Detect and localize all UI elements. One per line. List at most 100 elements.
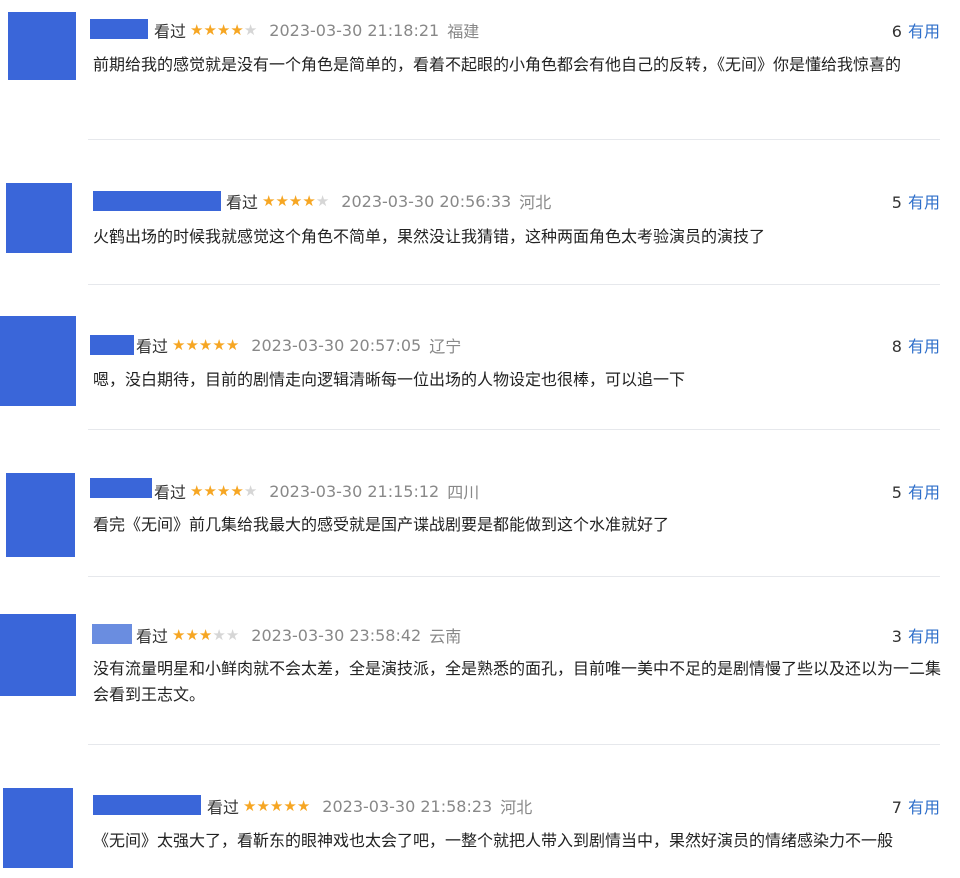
review-content: 《无间》太强大了，看靳东的眼神戏也太会了吧，一整个就把人带入到剧情当中，果然好演… bbox=[93, 831, 894, 850]
star-icon: ★ bbox=[230, 482, 244, 500]
review-region: 云南 bbox=[429, 627, 462, 646]
review-time: 2023-03-30 23:58:42 bbox=[251, 625, 422, 645]
review-content: 前期给我的感觉就是没有一个角色是简单的，看着不起眼的小角色都会有他自己的反转，《… bbox=[93, 55, 902, 74]
rating-stars: ★ ★ ★ ★ ★ bbox=[243, 797, 310, 815]
username-redacted[interactable] bbox=[90, 19, 148, 39]
star-icon: ★ bbox=[203, 21, 217, 39]
review-meta: 看过 ★ ★ ★ ★ ★ 2023-03-30 20:56:33 河北 bbox=[226, 189, 551, 213]
star-icon: ★ bbox=[243, 482, 258, 500]
avatar[interactable] bbox=[3, 788, 73, 868]
review-content: 看完《无间》前几集给我最大的感受就是国产谍战剧要是都能做到这个水准就好了 bbox=[93, 515, 670, 534]
useful-button[interactable]: 5 有用 bbox=[892, 479, 940, 503]
star-icon: ★ bbox=[190, 482, 204, 500]
divider bbox=[88, 576, 940, 577]
star-icon: ★ bbox=[275, 192, 289, 210]
useful-label: 有用 bbox=[907, 22, 940, 41]
star-icon: ★ bbox=[212, 626, 226, 644]
review-region: 福建 bbox=[447, 22, 480, 41]
divider bbox=[88, 429, 940, 430]
review-time: 2023-03-30 20:57:05 bbox=[251, 335, 422, 355]
review-time: 2023-03-30 21:58:23 bbox=[322, 796, 493, 816]
username-redacted[interactable] bbox=[93, 795, 201, 815]
review-time: 2023-03-30 20:56:33 bbox=[341, 191, 512, 211]
star-icon: ★ bbox=[198, 336, 213, 354]
divider bbox=[88, 284, 940, 285]
review-content: 火鹤出场的时候我就感觉这个角色不简单，果然没让我猜错，这种两面角色太考验演员的演… bbox=[93, 227, 766, 246]
review-content: 没有流量明星和小鲜肉就不会太差，全是演技派，全是熟悉的面孔，目前唯一美中不足的是… bbox=[93, 659, 942, 704]
watched-label: 看过 bbox=[226, 193, 259, 212]
avatar[interactable] bbox=[8, 12, 76, 80]
rating-stars: ★ ★ ★ ★ ★ bbox=[262, 192, 329, 210]
star-icon: ★ bbox=[288, 192, 303, 210]
star-icon: ★ bbox=[212, 336, 226, 354]
useful-button[interactable]: 8 有用 bbox=[892, 333, 940, 357]
star-icon: ★ bbox=[256, 797, 270, 815]
star-icon: ★ bbox=[216, 482, 231, 500]
useful-label: 有用 bbox=[907, 627, 940, 646]
review-meta: 看过 ★ ★ ★ ★ ★ 2023-03-30 21:58:23 河北 bbox=[207, 794, 532, 818]
divider bbox=[88, 139, 940, 140]
star-icon: ★ bbox=[172, 336, 186, 354]
avatar[interactable] bbox=[0, 316, 76, 406]
useful-label: 有用 bbox=[907, 483, 940, 502]
watched-label: 看过 bbox=[136, 627, 169, 646]
username-redacted[interactable] bbox=[93, 191, 221, 211]
star-icon: ★ bbox=[198, 626, 213, 644]
useful-count: 3 bbox=[891, 627, 902, 646]
review-region: 河北 bbox=[519, 193, 552, 212]
useful-count: 7 bbox=[891, 798, 902, 817]
star-icon: ★ bbox=[243, 797, 257, 815]
useful-label: 有用 bbox=[907, 193, 940, 212]
star-icon: ★ bbox=[230, 21, 244, 39]
avatar[interactable] bbox=[0, 614, 76, 696]
star-icon: ★ bbox=[296, 797, 311, 815]
watched-label: 看过 bbox=[154, 483, 187, 502]
review-meta: 看过 ★ ★ ★ ★ ★ 2023-03-30 23:58:42 云南 bbox=[136, 623, 461, 647]
divider bbox=[88, 744, 940, 745]
star-icon: ★ bbox=[269, 797, 284, 815]
rating-stars: ★ ★ ★ ★ ★ bbox=[172, 626, 239, 644]
star-icon: ★ bbox=[185, 626, 199, 644]
rating-stars: ★ ★ ★ ★ ★ bbox=[190, 482, 257, 500]
useful-button[interactable]: 3 有用 bbox=[892, 623, 940, 647]
review-time: 2023-03-30 21:15:12 bbox=[269, 481, 440, 501]
star-icon: ★ bbox=[216, 21, 231, 39]
star-icon: ★ bbox=[262, 192, 276, 210]
avatar[interactable] bbox=[6, 473, 75, 557]
star-icon: ★ bbox=[190, 21, 204, 39]
useful-label: 有用 bbox=[907, 798, 940, 817]
star-icon: ★ bbox=[302, 192, 316, 210]
review-meta: 看过 ★ ★ ★ ★ ★ 2023-03-30 21:18:21 福建 bbox=[154, 18, 479, 42]
star-icon: ★ bbox=[185, 336, 199, 354]
useful-button[interactable]: 5 有用 bbox=[892, 189, 940, 213]
watched-label: 看过 bbox=[207, 798, 240, 817]
star-icon: ★ bbox=[315, 192, 330, 210]
star-icon: ★ bbox=[172, 626, 186, 644]
star-icon: ★ bbox=[225, 336, 240, 354]
useful-button[interactable]: 7 有用 bbox=[892, 794, 940, 818]
review-meta: 看过 ★ ★ ★ ★ ★ 2023-03-30 20:57:05 辽宁 bbox=[136, 333, 461, 357]
star-icon: ★ bbox=[243, 21, 258, 39]
username-redacted[interactable] bbox=[90, 478, 152, 498]
rating-stars: ★ ★ ★ ★ ★ bbox=[172, 336, 239, 354]
watched-label: 看过 bbox=[136, 337, 169, 356]
useful-count: 8 bbox=[891, 337, 902, 356]
username-redacted[interactable] bbox=[92, 624, 132, 644]
useful-button[interactable]: 6 有用 bbox=[892, 18, 940, 42]
review-time: 2023-03-30 21:18:21 bbox=[269, 20, 440, 40]
review-meta: 看过 ★ ★ ★ ★ ★ 2023-03-30 21:15:12 四川 bbox=[154, 479, 479, 503]
useful-count: 5 bbox=[891, 483, 902, 502]
review-region: 辽宁 bbox=[429, 337, 462, 356]
rating-stars: ★ ★ ★ ★ ★ bbox=[190, 21, 257, 39]
username-redacted[interactable] bbox=[90, 335, 134, 355]
review-region: 四川 bbox=[447, 483, 480, 502]
useful-label: 有用 bbox=[907, 337, 940, 356]
avatar[interactable] bbox=[6, 183, 72, 253]
star-icon: ★ bbox=[203, 482, 217, 500]
review-content: 嗯，没白期待，目前的剧情走向逻辑清晰每一位出场的人物设定也很棒，可以追一下 bbox=[93, 370, 686, 389]
star-icon: ★ bbox=[283, 797, 297, 815]
star-icon: ★ bbox=[225, 626, 240, 644]
watched-label: 看过 bbox=[154, 22, 187, 41]
useful-count: 5 bbox=[891, 193, 902, 212]
useful-count: 6 bbox=[891, 22, 902, 41]
